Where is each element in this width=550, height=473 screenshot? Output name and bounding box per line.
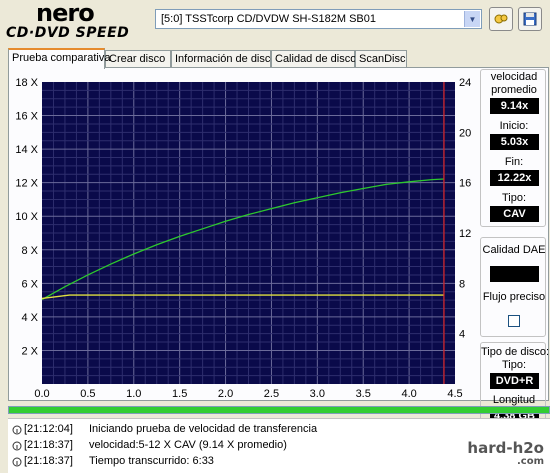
x-tick-label: 1.5 — [172, 388, 187, 400]
nero-logo: nero CD·DVD SPEED — [6, 1, 146, 43]
start-speed-value: 5.03x — [490, 134, 539, 150]
x-tick-label: 3.0 — [310, 388, 325, 400]
x-tick-label: 0.5 — [80, 388, 95, 400]
y-right-tick-label: 8 — [459, 278, 465, 290]
end-speed-value: 12.22x — [490, 170, 539, 186]
y-left-tick-label: 2 X — [21, 345, 38, 357]
logo-top-text: nero — [36, 0, 95, 27]
watermark-main: hard-h2o — [467, 439, 544, 457]
y-left-tick-label: 8 X — [21, 245, 38, 257]
y-left-tick-label: 10 X — [15, 211, 38, 223]
end-label: Fin: — [504, 156, 524, 168]
log-panel: [21:12:04] Iniciando prueba de velocidad… — [8, 418, 550, 473]
x-tick-label: 1.0 — [126, 388, 141, 400]
chevron-down-icon[interactable]: ▼ — [464, 11, 480, 27]
drive-select[interactable]: [5:0] TSSTcorp CD/DVDW SH-S182M SB01 ▼ — [155, 9, 482, 29]
watermark-sub: .com — [516, 456, 544, 467]
x-tick-label: 4.5 — [447, 388, 462, 400]
log-time: [21:18:37] — [24, 455, 73, 467]
flujo-preciso-checkbox[interactable] — [508, 315, 520, 327]
log-message: velocidad:5-12 X CAV (9.14 X promedio) — [89, 439, 287, 451]
disc-type-label: Tipo: — [501, 359, 527, 371]
logo-bottom-text: CD·DVD SPEED — [6, 25, 130, 41]
refresh-icon — [494, 14, 508, 24]
y-right-tick-label: 20 — [459, 127, 471, 139]
average-speed-value: 9.14x — [490, 98, 539, 114]
speed-type-label: Tipo: — [501, 192, 527, 204]
disc-type-value: DVD+R — [490, 373, 539, 389]
start-label: Inicio: — [499, 120, 529, 132]
save-button[interactable] — [518, 7, 542, 31]
speed-box-title: velocidad — [490, 71, 538, 83]
y-right-tick-label: 12 — [459, 228, 471, 240]
y-right-tick-label: 16 — [459, 178, 471, 190]
info-icon — [12, 441, 22, 451]
dae-box: Calidad DAE Flujo preciso — [480, 237, 546, 337]
x-tick-label: 4.0 — [401, 388, 416, 400]
x-tick-label: 0.0 — [34, 388, 49, 400]
y-right-tick-label: 4 — [459, 329, 465, 341]
log-message: Iniciando prueba de velocidad de transfe… — [89, 423, 318, 435]
x-tick-label: 2.0 — [218, 388, 233, 400]
average-label: promedio — [491, 84, 537, 96]
log-time: [21:18:37] — [24, 439, 73, 451]
x-tick-label: 3.5 — [356, 388, 371, 400]
y-left-tick-label: 12 X — [15, 178, 38, 190]
flujo-preciso-label: Flujo preciso — [482, 291, 546, 303]
dae-value — [490, 266, 539, 282]
progress-fill — [9, 407, 549, 413]
tab-scandisc[interactable]: ScanDisc — [355, 50, 407, 68]
tab-informacion-disco[interactable]: Información de disco — [171, 50, 277, 68]
info-icon — [12, 457, 22, 467]
info-icon — [12, 425, 22, 435]
tab-calidad-disco[interactable]: Calidad de disco — [271, 50, 356, 68]
speed-box: velocidad promedio 9.14x Inicio: 5.03x F… — [480, 69, 546, 227]
length-label: Longitud — [492, 394, 536, 406]
progress-bar — [8, 406, 550, 414]
watermark: hard-h2o .com — [467, 439, 544, 468]
y-right-tick-label: 24 — [459, 77, 471, 89]
disc-type-title: Tipo de disco: — [481, 346, 550, 358]
x-tick-label: 2.5 — [264, 388, 279, 400]
y-left-tick-label: 14 X — [15, 144, 38, 156]
disc-type-box: Tipo de disco: Tipo: DVD+R Longitud 4.38… — [480, 342, 550, 428]
y-left-tick-label: 4 X — [21, 312, 38, 324]
speed-chart: 0.0 0.5 1.0 1.5 2.0 2.5 3.0 3.5 4.0 4.5 2 X 4 X 6 X 8… — [15, 77, 471, 400]
dae-title: Calidad DAE — [482, 244, 546, 256]
tab-crear-disco[interactable]: Crear disco — [105, 50, 171, 68]
speed-type-value: CAV — [490, 206, 539, 222]
log-time: [21:12:04] — [24, 423, 73, 435]
y-left-tick-label: 18 X — [15, 77, 38, 89]
y-left-tick-label: 6 X — [21, 278, 38, 290]
tab-prueba-comparativa[interactable]: Prueba comparativa — [8, 48, 110, 69]
drive-select-value: [5:0] TSSTcorp CD/DVDW SH-S182M SB01 — [161, 13, 376, 25]
log-message: Tiempo transcurrido: 6:33 — [89, 455, 214, 467]
refresh-button[interactable] — [489, 7, 513, 31]
header: nero CD·DVD SPEED [5:0] TSSTcorp CD/DVDW… — [0, 0, 550, 44]
floppy-disk-icon — [523, 12, 537, 26]
y-left-tick-label: 16 X — [15, 111, 38, 123]
